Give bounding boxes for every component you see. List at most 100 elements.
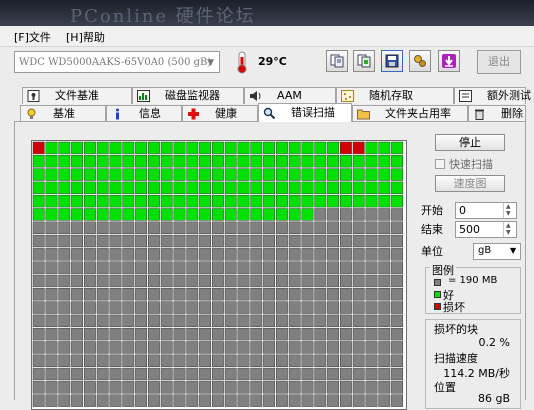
scan-block-untested: [327, 367, 340, 381]
scan-block-untested: [314, 341, 327, 354]
scan-block-good: [32, 194, 45, 208]
scan-block-untested: [314, 221, 327, 234]
scan-block-untested: [83, 314, 96, 328]
copy-screenshot-button[interactable]: [353, 50, 375, 72]
speed-map-button[interactable]: 速度图: [435, 175, 505, 192]
scan-block-untested: [186, 221, 199, 234]
scan-block-untested: [135, 288, 148, 301]
scan-block-untested: [365, 248, 378, 261]
scan-block-untested: [173, 221, 186, 234]
scan-block-good: [32, 168, 45, 181]
scan-block-untested: [275, 354, 288, 367]
tab-random-access[interactable]: 随机存取: [336, 87, 454, 104]
scan-block-untested: [352, 367, 365, 381]
drive-select[interactable]: WDC WD5000AAKS-65V0A0 (500 gB) ▼: [14, 51, 220, 73]
scan-block-untested: [237, 261, 250, 274]
scan-block-untested: [122, 248, 135, 261]
scan-block-untested: [301, 354, 314, 367]
tab-folder-usage[interactable]: 文件夹占用率: [352, 105, 468, 122]
scan-block-untested: [160, 381, 173, 394]
scan-block-untested: [135, 234, 148, 248]
scan-block-untested: [339, 274, 352, 288]
scan-block-good: [378, 181, 391, 195]
scan-block-good: [32, 181, 45, 195]
scan-block-good: [58, 181, 71, 195]
scan-block-untested: [327, 221, 340, 234]
scan-block-untested: [288, 234, 301, 248]
download-icon: [442, 54, 456, 68]
scan-block-untested: [263, 327, 276, 341]
scan-block-grid: [31, 140, 407, 410]
scan-block-good: [135, 141, 148, 155]
scan-block-untested: [186, 394, 199, 407]
scan-block-untested: [147, 221, 160, 234]
save-button[interactable]: [381, 50, 403, 72]
scan-block-untested: [301, 234, 314, 248]
scan-block-good: [186, 155, 199, 168]
scan-block-untested: [160, 327, 173, 341]
scan-block-untested: [96, 274, 109, 288]
scan-block-untested: [339, 248, 352, 261]
unit-select[interactable]: gB ▼: [473, 243, 521, 260]
tab-health[interactable]: 健康: [182, 105, 258, 122]
tab-file-benchmark[interactable]: 文件基准: [22, 87, 132, 104]
options-button[interactable]: [409, 50, 431, 72]
scan-block-untested: [173, 354, 186, 367]
tab-extra-tests[interactable]: 额外测试: [454, 87, 531, 104]
scan-block-untested: [122, 261, 135, 274]
scan-block-good: [135, 194, 148, 208]
scan-block-untested: [250, 367, 263, 381]
scan-block-good: [186, 168, 199, 181]
scan-block-untested: [301, 261, 314, 274]
scan-block-good: [96, 155, 109, 168]
scan-block-untested: [135, 381, 148, 394]
scan-block-good: [173, 168, 186, 181]
end-spinner[interactable]: ▲ ▼: [503, 222, 516, 237]
scan-block-good: [327, 194, 340, 208]
quick-scan-checkbox[interactable]: [435, 159, 445, 169]
scan-block-good: [45, 155, 58, 168]
drive-select-value: WDC WD5000AAKS-65V0A0 (500 gB): [19, 57, 212, 68]
scan-block-untested: [135, 314, 148, 328]
tab-label: 错误扫描: [291, 106, 335, 119]
download-button[interactable]: [438, 50, 460, 72]
scan-block-untested: [224, 354, 237, 367]
scan-block-good: [199, 181, 212, 195]
scan-block-good: [250, 181, 263, 195]
scan-block-untested: [83, 354, 96, 367]
menu-file[interactable]: [F]文件: [14, 29, 51, 45]
exit-button[interactable]: 退出: [477, 50, 521, 74]
scan-block-good: [250, 208, 263, 221]
tab-aam[interactable]: AAM: [244, 87, 336, 104]
extra-tests-icon: [459, 90, 472, 102]
scan-block-good: [288, 141, 301, 155]
scan-block-untested: [186, 288, 199, 301]
scan-block-untested: [32, 314, 45, 328]
scan-block-good: [288, 168, 301, 181]
scan-block-untested: [109, 314, 122, 328]
tab-disk-monitor[interactable]: 磁盘监视器: [132, 87, 244, 104]
tab-benchmark[interactable]: 基准: [20, 105, 106, 122]
copy-info-button[interactable]: [326, 50, 348, 72]
scan-block-good: [83, 208, 96, 221]
scan-block-good: [211, 194, 224, 208]
scan-block-untested: [378, 301, 391, 314]
scan-block-untested: [391, 274, 404, 288]
magnifier-icon: [263, 107, 276, 119]
start-input[interactable]: 0 ▲ ▼: [455, 202, 517, 219]
scan-block-untested: [109, 381, 122, 394]
menu-help[interactable]: [H]帮助: [66, 29, 105, 45]
tab-error-scan[interactable]: 错误扫描: [258, 103, 352, 122]
start-spinner[interactable]: ▲ ▼: [503, 203, 516, 218]
stop-button[interactable]: 停止: [435, 134, 505, 151]
scan-block-untested: [339, 261, 352, 274]
scan-block-untested: [314, 288, 327, 301]
scan-block-untested: [147, 314, 160, 328]
scan-block-untested: [96, 234, 109, 248]
end-input[interactable]: 500 ▲ ▼: [455, 221, 517, 238]
scan-block-untested: [160, 354, 173, 367]
tab-info[interactable]: 信息: [106, 105, 182, 122]
scan-block-untested: [83, 261, 96, 274]
tab-erase[interactable]: 删除: [468, 105, 526, 122]
scan-block-untested: [365, 381, 378, 394]
